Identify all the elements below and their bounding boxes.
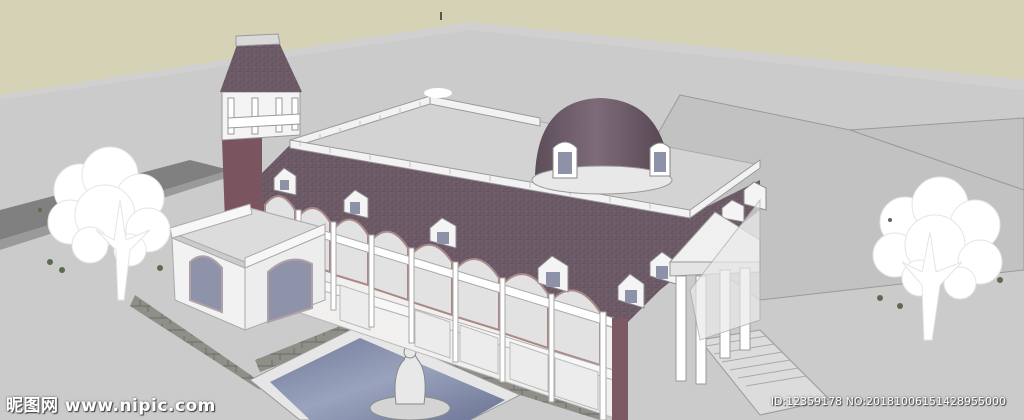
model-viewport: 昵图网 www.nipic.com ID:12359178 NO:2018100… bbox=[0, 0, 1024, 420]
axis-marker bbox=[440, 12, 442, 20]
roof-ornament bbox=[424, 88, 452, 98]
brick-corner bbox=[612, 318, 628, 420]
watermark-id: ID:12359178 NO:20181006151428955000 bbox=[770, 395, 1006, 408]
watermark-site: 昵图网 www.nipic.com bbox=[6, 396, 216, 416]
building-model-scene bbox=[0, 0, 1024, 420]
tower-cap bbox=[235, 33, 281, 47]
